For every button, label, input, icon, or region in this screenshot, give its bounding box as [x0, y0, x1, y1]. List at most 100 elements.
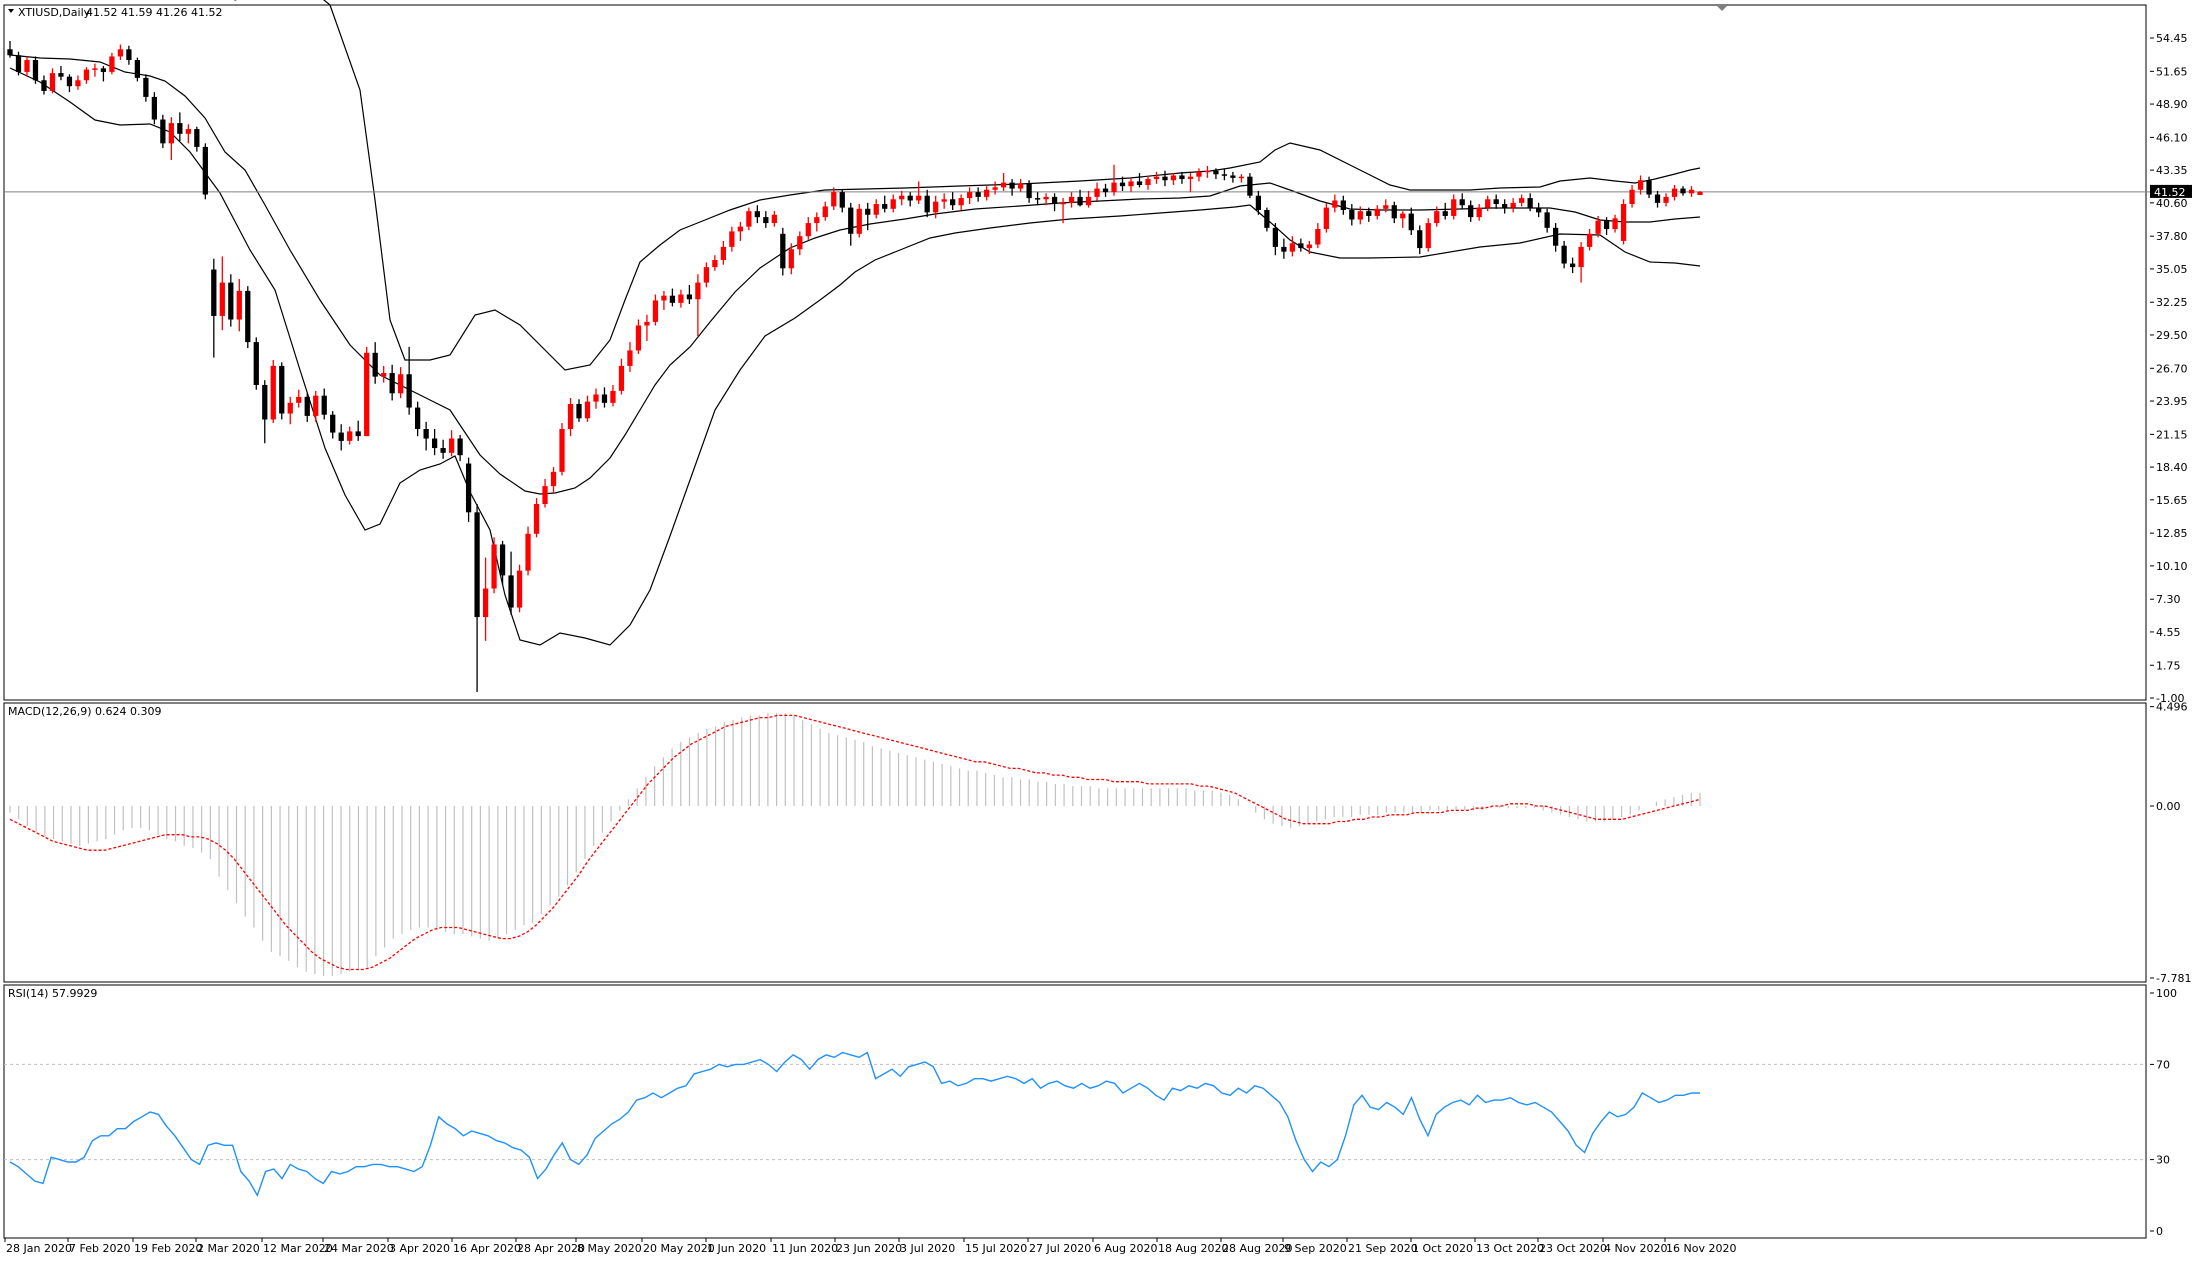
- price-tick-label: 15.65: [2156, 494, 2188, 507]
- symbol-label: XTIUSD,Daily: [18, 6, 91, 19]
- time-tick-label: 1 Oct 2020: [1412, 1242, 1473, 1255]
- candle-body: [678, 294, 684, 303]
- candle-body: [211, 269, 217, 316]
- candle-body: [550, 471, 557, 487]
- candle-body: [1153, 176, 1160, 180]
- price-tick-label: 12.85: [2156, 527, 2188, 540]
- candle-body: [1442, 211, 1448, 216]
- candle-body: [151, 96, 158, 120]
- candle-body: [126, 49, 132, 61]
- time-tick-label: 13 Oct 2020: [1476, 1242, 1544, 1255]
- candle-body: [1536, 207, 1542, 213]
- candle-body: [194, 129, 200, 147]
- candle-body: [177, 123, 183, 134]
- candle-body: [1340, 200, 1346, 210]
- candle-body: [1578, 246, 1584, 268]
- candle-body: [406, 374, 412, 408]
- candle-body: [1374, 208, 1380, 216]
- candle-body: [1527, 198, 1533, 208]
- price-tick-label: 10.10: [2156, 560, 2188, 573]
- candle-body: [143, 77, 149, 97]
- time-tick-label: 28 Aug 2020: [1222, 1242, 1292, 1255]
- candle-body: [941, 199, 947, 202]
- candle-body: [1119, 182, 1126, 187]
- candle-body: [1323, 207, 1329, 230]
- candle-body: [1357, 211, 1363, 220]
- candle-body: [1417, 230, 1423, 249]
- price-tick-label: 26.70: [2156, 362, 2188, 375]
- candle-body: [644, 321, 650, 326]
- candle-body: [890, 199, 896, 209]
- chart-canvas[interactable]: XTIUSD,Daily 41.52 41.59 41.26 41.52 MAC…: [0, 0, 2196, 1260]
- candle-body: [1586, 233, 1593, 247]
- symbol-header[interactable]: XTIUSD,Daily 41.52 41.59 41.26 41.52: [8, 6, 222, 19]
- candle-body: [1060, 202, 1066, 205]
- candle-body: [601, 394, 608, 403]
- candle-body: [610, 390, 616, 403]
- candle-body: [695, 282, 701, 300]
- candle-body: [814, 217, 820, 224]
- candle-body: [1595, 220, 1601, 234]
- candle-body: [848, 207, 854, 234]
- candle-body: [330, 414, 336, 433]
- time-tick-label: 11 Jun 2020: [772, 1242, 838, 1255]
- candle-body: [1637, 180, 1644, 190]
- time-tick-label: 8 May 2020: [577, 1242, 642, 1255]
- candle-body: [1603, 220, 1610, 230]
- candle-body: [482, 588, 489, 618]
- candle-body: [780, 233, 786, 269]
- candle-body: [516, 570, 523, 608]
- candle-body: [219, 282, 225, 316]
- candle-body: [1145, 179, 1151, 185]
- candle-body: [865, 208, 871, 215]
- candle-body: [1654, 194, 1661, 203]
- candle-body: [508, 575, 514, 608]
- candle-body: [83, 69, 90, 81]
- candle-body: [1026, 183, 1032, 199]
- candle-body: [321, 395, 327, 415]
- candle-body: [372, 352, 378, 377]
- candle-body: [1204, 170, 1211, 173]
- candle-body: [1502, 204, 1508, 208]
- candle-body: [1085, 196, 1092, 206]
- candle-body: [253, 342, 259, 385]
- candle-body: [1298, 243, 1304, 249]
- candle-body: [1493, 199, 1499, 205]
- candle-body: [1170, 175, 1177, 181]
- candle-body: [1544, 212, 1550, 228]
- candle-body: [1136, 181, 1143, 185]
- price-tick-label: 23.95: [2156, 395, 2188, 408]
- candle-body: [916, 195, 922, 201]
- candle-body: [1187, 176, 1194, 180]
- candle-body: [440, 448, 446, 453]
- candle-body: [75, 80, 81, 87]
- candle-body: [1629, 189, 1635, 205]
- candle-body: [415, 407, 421, 430]
- candle-body: [270, 365, 276, 420]
- candle-body: [474, 512, 480, 618]
- time-tick-label: 15 Jul 2020: [965, 1242, 1027, 1255]
- candle-body: [1434, 211, 1440, 224]
- candle-body: [185, 129, 191, 134]
- candle-body: [296, 396, 302, 403]
- rsi-tick-label: 100: [2156, 987, 2177, 1000]
- candle-body: [1459, 199, 1465, 206]
- candle-body: [1238, 176, 1245, 179]
- time-tick-label: 2 Mar 2020: [197, 1242, 260, 1255]
- candle-body: [1128, 181, 1134, 187]
- candle-body: [567, 404, 574, 430]
- candle-body: [15, 55, 22, 72]
- candle-body: [686, 294, 693, 300]
- time-tick-label: 3 Jul 2020: [900, 1242, 955, 1255]
- candle-body: [1315, 229, 1321, 245]
- candle-body: [1077, 196, 1083, 206]
- candle-body: [304, 396, 310, 416]
- candle-body: [1306, 244, 1312, 249]
- candle-body: [1383, 205, 1389, 209]
- time-tick-label: 6 Aug 2020: [1094, 1242, 1157, 1255]
- candle-body: [1043, 196, 1049, 200]
- candle-body: [635, 325, 642, 351]
- candle-body: [1561, 245, 1567, 264]
- candle-body: [856, 208, 862, 234]
- trading-chart[interactable]: XTIUSD,Daily 41.52 41.59 41.26 41.52 MAC…: [0, 0, 2196, 1260]
